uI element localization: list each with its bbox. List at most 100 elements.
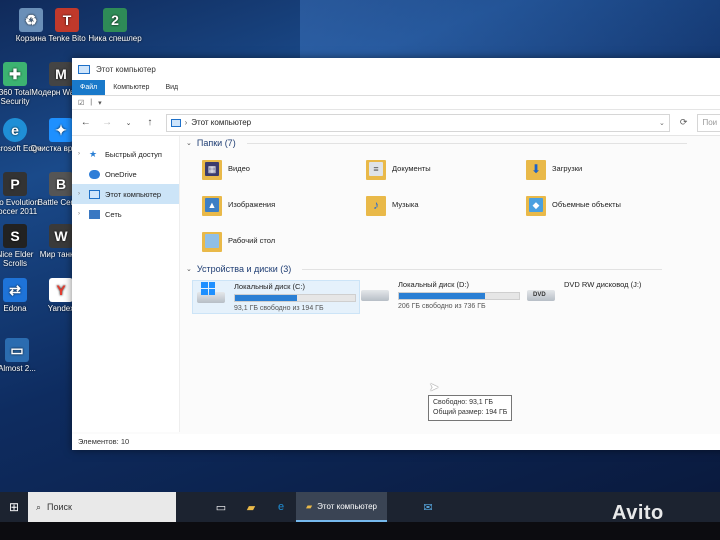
folder-label: Изображения	[228, 199, 276, 209]
forward-arrow-icon[interactable]: →	[101, 117, 112, 128]
recent-locations-chevron-icon[interactable]: ⌄	[123, 119, 134, 127]
devices-group-header[interactable]: ⌄ Устройства и диски (3)	[186, 264, 663, 274]
sidebar-item-network[interactable]: › Сеть	[72, 204, 179, 224]
drive-item-d[interactable]: Локальный диск (D:) 206 ГБ свободно из 7…	[360, 280, 520, 310]
sidebar-item-quick-access[interactable]: › ★ Быстрый доступ	[72, 144, 179, 164]
computer-icon	[170, 118, 181, 127]
folder-icon[interactable]: ▰	[236, 492, 266, 522]
star-icon: ★	[89, 148, 98, 159]
address-separator: ›	[184, 118, 188, 127]
game-icon: S	[3, 224, 27, 248]
game-icon: B	[49, 172, 73, 196]
taskbar-search-input[interactable]: ⌕ Поиск	[28, 492, 176, 522]
group-divider	[246, 142, 687, 144]
game-icon: M	[49, 62, 73, 86]
folder-item-desktop[interactable]: Рабочий стол	[202, 228, 275, 252]
drive-free-space: 206 ГБ свободно из 736 ГБ	[398, 303, 486, 310]
search-placeholder: Пои	[702, 118, 718, 127]
file-explorer-window: Этот компьютер Файл Компьютер Вид ☑ | ▾ …	[72, 58, 720, 450]
drive-name: Локальный диск (D:)	[398, 280, 469, 289]
folder-icon: ▰	[306, 501, 313, 511]
folder-item-music[interactable]: ♪ Музыка	[366, 192, 419, 216]
properties-icon[interactable]: ☑	[78, 99, 84, 107]
folder-label: Загрузки	[552, 163, 583, 173]
mouse-cursor-icon: ➤	[429, 380, 440, 394]
dvd-drive-icon: DVD	[526, 280, 556, 304]
drive-usage-fill	[235, 295, 298, 301]
desktop-icon-app[interactable]: 2 Ника спешлер	[84, 8, 146, 43]
address-dropdown-icon[interactable]: ⌄	[659, 119, 669, 127]
title-bar[interactable]: Этот компьютер	[72, 58, 720, 80]
sidebar-item-this-pc[interactable]: › Этот компьютер	[72, 184, 179, 204]
search-input[interactable]: Пои	[697, 113, 720, 132]
yandex-icon: Y	[49, 278, 73, 302]
sidebar-item-label: Этот компьютер	[105, 189, 162, 199]
up-arrow-icon[interactable]: ↑	[144, 117, 155, 128]
drive-tooltip: Свободно: 93,1 ГБ Общий размер: 194 ГБ	[428, 395, 513, 421]
group-divider	[302, 268, 663, 270]
sidebar-item-label: OneDrive	[105, 169, 137, 179]
folder-label: Рабочий стол	[228, 235, 276, 245]
tab-computer[interactable]: Компьютер	[105, 80, 157, 95]
downloads-folder-icon: ⬇	[526, 156, 546, 180]
sidebar-item-label: Быстрый доступ	[105, 149, 162, 159]
folder-label: Объемные объекты	[552, 199, 621, 209]
sidebar-item-label: Сеть	[105, 209, 122, 219]
tab-view[interactable]: Вид	[157, 80, 186, 95]
computer-icon	[89, 189, 100, 199]
collapse-chevron-icon[interactable]: ⌄	[186, 265, 192, 273]
customize-qat-icon[interactable]: ▾	[98, 99, 102, 107]
taskbar-app-this-pc[interactable]: ▰ Этот компьютер	[296, 492, 387, 522]
tooltip-total: Общий размер: 194 ГБ	[433, 409, 508, 416]
folder-item-3d-objects[interactable]: ◆ Объемные объекты	[526, 192, 621, 216]
app-icon: T	[55, 8, 79, 32]
back-arrow-icon[interactable]: ←	[80, 117, 91, 128]
expand-chevron-icon[interactable]: ›	[78, 151, 84, 157]
tab-file[interactable]: Файл	[72, 80, 106, 95]
ribbon-tabs: Файл Компьютер Вид	[72, 80, 720, 96]
monitor-icon: ▭	[5, 338, 29, 362]
edge-icon[interactable]: e	[266, 492, 296, 522]
refresh-icon[interactable]: ⟳	[680, 117, 688, 128]
expand-chevron-icon[interactable]: ›	[78, 191, 84, 197]
folder-item-documents[interactable]: ≡ Документы	[366, 156, 431, 180]
folders-group-header[interactable]: ⌄ Папки (7)	[186, 138, 687, 148]
folder-label: Документы	[392, 163, 431, 173]
sidebar-item-onedrive[interactable]: OneDrive	[72, 164, 179, 184]
expand-chevron-icon[interactable]: ›	[78, 211, 84, 217]
navigation-bar: ← → ⌄ ↑ › Этот компьютер ⌄ ⟳ Пои	[72, 110, 720, 136]
app-icon: ⇄	[3, 278, 27, 302]
group-title: Папки (7)	[196, 138, 236, 148]
mail-icon[interactable]: ✉	[413, 492, 443, 522]
folder-label: Видео	[228, 163, 250, 173]
start-windows-icon[interactable]: ⊞	[0, 500, 28, 514]
network-icon	[89, 209, 100, 219]
folder-label: Музыка	[392, 199, 419, 209]
folder-item-downloads[interactable]: ⬇ Загрузки	[526, 156, 582, 180]
address-text: Этот компьютер	[191, 118, 252, 127]
windows-drive-icon	[196, 282, 226, 306]
drive-item-c[interactable]: Локальный диск (C:) 93,1 ГБ свободно из …	[192, 280, 360, 314]
desktop-folder-icon	[202, 228, 222, 252]
folder-item-video[interactable]: ▦ Видео	[202, 156, 250, 180]
pictures-folder-icon: ▲	[202, 192, 222, 216]
music-folder-icon: ♪	[366, 192, 386, 216]
address-bar[interactable]: › Этот компьютер ⌄	[165, 113, 670, 132]
quick-access-toolbar: ☑ | ▾	[72, 96, 720, 110]
drive-usage-bar	[234, 294, 356, 302]
drive-item-dvd[interactable]: DVD DVD RW дисковод (J:)	[526, 280, 641, 304]
cleaner-icon: ✦	[49, 118, 73, 142]
desktop-icon-monitor[interactable]: ▭ Almost 2...	[0, 338, 48, 373]
360-security-icon: ✚	[3, 62, 27, 86]
folder-item-pictures[interactable]: ▲ Изображения	[202, 192, 275, 216]
avito-watermark: Avito	[612, 502, 664, 524]
status-bar: Элементов: 10	[72, 434, 720, 450]
task-view-icon[interactable]: ▭	[206, 492, 236, 522]
edge-icon: e	[3, 118, 27, 142]
game-icon: P	[3, 172, 27, 196]
collapse-chevron-icon[interactable]: ⌄	[186, 139, 192, 147]
3d-objects-folder-icon: ◆	[526, 192, 546, 216]
taskbar-app-label: Этот компьютер	[317, 501, 377, 511]
taskbar-search-placeholder: Поиск	[47, 502, 72, 512]
game-icon: W	[49, 224, 73, 248]
